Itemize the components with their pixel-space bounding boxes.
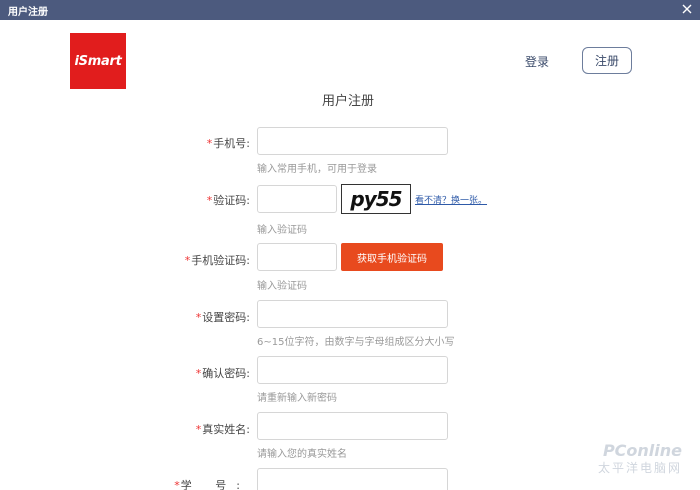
- pconline-watermark-sub: 太平洋电脑网: [597, 461, 682, 475]
- realname-hint: 请输入您的真实姓名: [257, 449, 347, 460]
- required-star: *: [184, 254, 191, 267]
- student-id-label: *学 号:: [174, 479, 250, 490]
- sms-label: *手机验证码:: [184, 254, 250, 267]
- captcha-hint: 输入验证码: [257, 225, 307, 236]
- captcha-refresh-link[interactable]: 看不清？换一张。: [415, 193, 487, 206]
- pconline-watermark: PConline: [602, 441, 682, 460]
- password-label: *设置密码:: [195, 311, 250, 324]
- sms-hint: 输入验证码: [257, 281, 307, 292]
- password-hint: 6~15位字符，由数字与字母组成区分大小写: [257, 337, 455, 348]
- register-button[interactable]: 注册: [582, 47, 632, 74]
- required-star: *: [195, 423, 202, 436]
- captcha-image[interactable]: py55: [341, 184, 411, 214]
- phone-hint: 输入常用手机，可用于登录: [257, 164, 377, 175]
- captcha-input[interactable]: [257, 185, 337, 213]
- required-star: *: [195, 311, 202, 324]
- student-id-input[interactable]: [257, 468, 448, 490]
- ismart-logo: iSmart: [70, 33, 126, 89]
- confirm-password-label: *确认密码:: [195, 367, 250, 380]
- required-star: *: [195, 367, 202, 380]
- captcha-label: *验证码:: [206, 194, 250, 207]
- window-title: 用户注册: [8, 6, 48, 18]
- form-title: 用户注册: [321, 94, 374, 109]
- realname-label: *真实姓名:: [195, 423, 250, 436]
- password-input[interactable]: [257, 300, 448, 328]
- close-icon[interactable]: [680, 2, 694, 16]
- required-star: *: [206, 137, 213, 150]
- phone-input[interactable]: [257, 127, 448, 155]
- phone-label: *手机号:: [206, 137, 250, 150]
- required-star: *: [174, 479, 180, 490]
- confirm-password-input[interactable]: [257, 356, 448, 384]
- sms-code-input[interactable]: [257, 243, 337, 271]
- window-titlebar: 用户注册: [0, 0, 700, 20]
- realname-input[interactable]: [257, 412, 448, 440]
- confirm-password-hint: 请重新输入新密码: [257, 393, 337, 404]
- required-star: *: [206, 194, 213, 207]
- login-link[interactable]: 登录: [525, 53, 549, 70]
- get-sms-code-button[interactable]: 获取手机验证码: [341, 243, 443, 271]
